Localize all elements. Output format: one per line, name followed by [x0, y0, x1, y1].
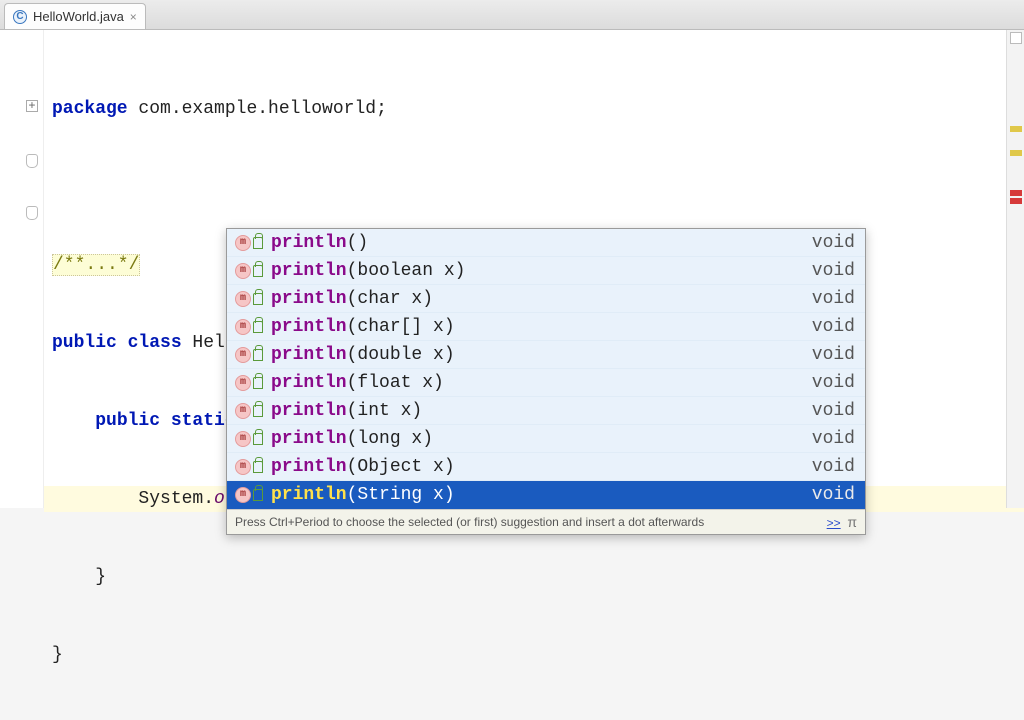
file-tab[interactable]: C HelloWorld.java × [4, 3, 146, 29]
return-type: void [812, 233, 855, 253]
autocomplete-item[interactable]: m println(float x) void [227, 369, 865, 397]
public-lock-icon [253, 349, 263, 361]
autocomplete-item[interactable]: m println(int x) void [227, 397, 865, 425]
method-icon: m [235, 403, 251, 419]
method-icon: m [235, 487, 251, 503]
autocomplete-item[interactable]: m println(char[] x) void [227, 313, 865, 341]
class-keywords: public class [52, 333, 182, 353]
override-gutter-icon[interactable] [26, 154, 38, 168]
suggestion-signature: println(boolean x) [271, 261, 804, 281]
autocomplete-footer: Press Ctrl+Period to choose the selected… [227, 509, 865, 534]
close-icon[interactable]: × [130, 10, 137, 24]
autocomplete-list: m println() void m println(boolean x) void m pr… [227, 229, 865, 509]
error-marker[interactable] [1010, 190, 1022, 196]
return-type: void [812, 261, 855, 281]
error-stripe[interactable] [1006, 30, 1024, 508]
error-marker[interactable] [1010, 198, 1022, 204]
public-lock-icon [253, 405, 263, 417]
autocomplete-item[interactable]: m println() void [227, 229, 865, 257]
method-icon: m [235, 459, 251, 475]
return-type: void [812, 289, 855, 309]
warning-marker[interactable] [1010, 150, 1022, 156]
autocomplete-item[interactable]: m println(double x) void [227, 341, 865, 369]
method-end-gutter-icon[interactable] [26, 206, 38, 220]
method-icon: m [235, 375, 251, 391]
public-lock-icon [253, 237, 263, 249]
public-lock-icon [253, 489, 263, 501]
suggestion-signature: println(Object x) [271, 457, 804, 477]
return-type: void [812, 457, 855, 477]
suggestion-signature: println(char[] x) [271, 317, 804, 337]
expand-fold-icon[interactable]: + [26, 100, 38, 112]
gutter: + [0, 30, 44, 508]
autocomplete-item[interactable]: m println(char x) void [227, 285, 865, 313]
return-type: void [812, 401, 855, 421]
closing-brace-method: } [95, 567, 106, 587]
public-lock-icon [253, 293, 263, 305]
public-lock-icon [253, 433, 263, 445]
autocomplete-item[interactable]: m println(boolean x) void [227, 257, 865, 285]
return-type: void [812, 373, 855, 393]
public-lock-icon [253, 461, 263, 473]
method-icon: m [235, 263, 251, 279]
public-lock-icon [253, 265, 263, 277]
editor[interactable]: + package com.example.helloworld; /**...… [0, 30, 1024, 508]
suggestion-signature: println(double x) [271, 345, 804, 365]
public-lock-icon [253, 321, 263, 333]
tab-filename: HelloWorld.java [33, 9, 124, 24]
autocomplete-item[interactable]: m println(Object x) void [227, 453, 865, 481]
closing-brace-class: } [52, 645, 63, 665]
method-icon: m [235, 235, 251, 251]
method-icon: m [235, 347, 251, 363]
autocomplete-popup[interactable]: m println() void m println(boolean x) void m pr… [226, 228, 866, 535]
autocomplete-more-link[interactable]: >> [827, 516, 841, 530]
suggestion-signature: println(String x) [271, 485, 804, 505]
class-file-icon: C [13, 10, 27, 24]
return-type: void [812, 429, 855, 449]
call-system: System. [138, 489, 214, 509]
package-name: com.example.helloworld; [128, 99, 387, 119]
tab-bar: C HelloWorld.java × [0, 0, 1024, 30]
pi-icon[interactable]: π [847, 514, 857, 530]
autocomplete-hint: Press Ctrl+Period to choose the selected… [235, 515, 704, 529]
keyword-package: package [52, 99, 128, 119]
autocomplete-item[interactable]: m println(String x) void [227, 481, 865, 509]
method-icon: m [235, 291, 251, 307]
suggestion-signature: println() [271, 233, 804, 253]
autocomplete-item[interactable]: m println(long x) void [227, 425, 865, 453]
traffic-light-icon[interactable] [1010, 32, 1022, 44]
return-type: void [812, 485, 855, 505]
return-type: void [812, 345, 855, 365]
public-lock-icon [253, 377, 263, 389]
folded-javadoc[interactable]: /**...*/ [52, 254, 140, 276]
method-icon: m [235, 431, 251, 447]
warning-marker[interactable] [1010, 126, 1022, 132]
suggestion-signature: println(int x) [271, 401, 804, 421]
suggestion-signature: println(long x) [271, 429, 804, 449]
suggestion-signature: println(char x) [271, 289, 804, 309]
suggestion-signature: println(float x) [271, 373, 804, 393]
method-icon: m [235, 319, 251, 335]
return-type: void [812, 317, 855, 337]
